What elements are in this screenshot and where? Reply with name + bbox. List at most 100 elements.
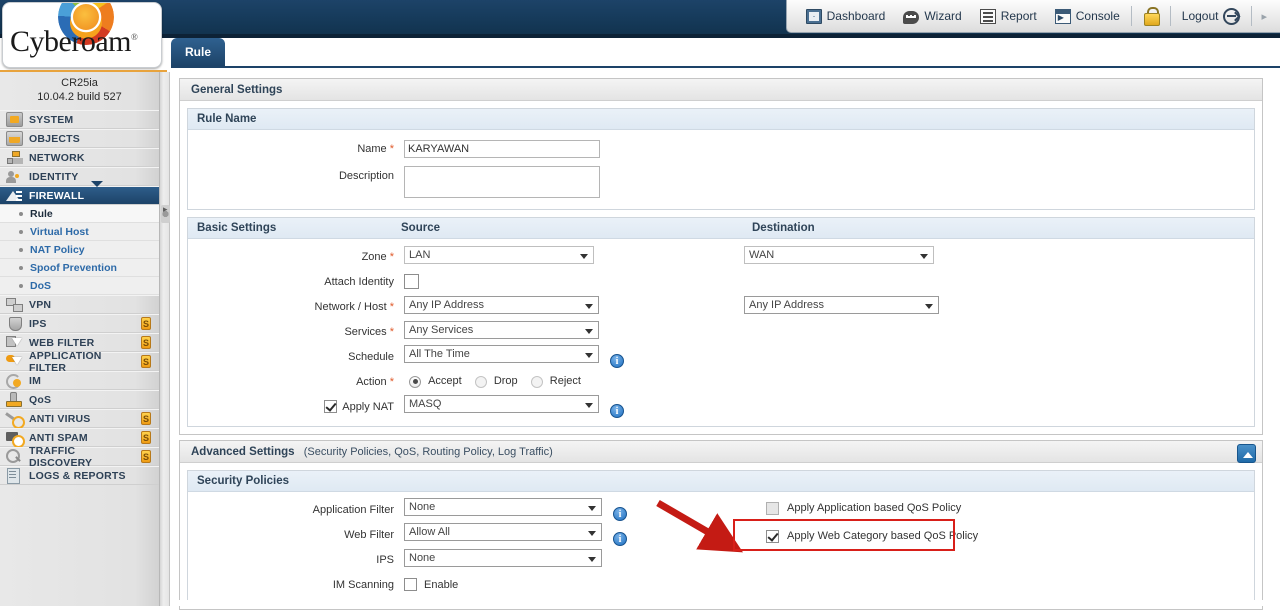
attach-identity-checkbox[interactable]	[404, 274, 419, 289]
column-destination-header: Destination	[752, 222, 815, 234]
sidebar-item-im[interactable]: IM	[0, 371, 159, 390]
sidebar-item-anti-virus[interactable]: ANTI VIRUS S	[0, 409, 159, 429]
sidebar-label-traffic-discovery: TRAFFIC DISCOVERY	[29, 444, 93, 469]
submenu-item-spoof-prevention[interactable]: Spoof Prevention	[0, 259, 159, 277]
zone-source-wrap: LAN	[404, 246, 744, 267]
subscription-badge: S	[141, 431, 151, 444]
tab-rule[interactable]: Rule	[171, 38, 226, 66]
nav-logout[interactable]: Logout	[1173, 0, 1250, 33]
submenu-item-nat-policy[interactable]: NAT Policy	[0, 241, 159, 259]
row-services: Services * Any Services	[188, 319, 1254, 344]
dashboard-icon	[805, 8, 822, 24]
apply-nat-info-icon[interactable]: i	[610, 403, 625, 418]
row-description: Description	[188, 166, 1254, 201]
nav-dashboard[interactable]: Dashboard	[797, 0, 895, 33]
top-navigation: Dashboard Wizard Report Console Logout ▸	[785, 0, 1280, 33]
sidebar-item-network[interactable]: NETWORK	[0, 148, 159, 167]
submenu-item-virtual-host[interactable]: Virtual Host	[0, 223, 159, 241]
apply-nat-label-wrap: Apply NAT	[188, 400, 404, 413]
row-zone: Zone * LAN WAN	[188, 244, 1254, 269]
sidebar-item-qos[interactable]: QoS	[0, 390, 159, 409]
im-scanning-label: IM Scanning	[332, 578, 394, 591]
application-filter-label: Application Filter	[312, 503, 394, 516]
nav-divider-1	[1130, 6, 1132, 26]
sidebar-item-ips[interactable]: IPS S	[0, 314, 159, 333]
basic-settings-label: Basic Settings	[197, 222, 277, 234]
ips-select[interactable]: None	[404, 549, 602, 567]
im-scanning-checkbox[interactable]	[404, 578, 417, 591]
brand-logo[interactable]: Cyberoam®	[2, 2, 162, 68]
sidebar: CR25ia 10.04.2 build 527 SYSTEM OBJECTS …	[0, 72, 160, 606]
advanced-collapse-button[interactable]	[1237, 444, 1256, 463]
sidebar-item-identity[interactable]: IDENTITY	[0, 167, 159, 186]
description-textarea[interactable]	[404, 166, 600, 198]
sidebar-item-application-filter[interactable]: APPLICATION FILTER S	[0, 350, 159, 374]
network-host-source-select[interactable]: Any IP Address	[404, 296, 599, 314]
nav-dashboard-label: Dashboard	[826, 9, 886, 23]
name-input[interactable]	[404, 139, 600, 158]
nav-report[interactable]: Report	[971, 0, 1046, 33]
nav-wizard-label: Wizard	[924, 9, 962, 23]
subscription-badge: S	[141, 412, 151, 425]
ips-wrap: None	[404, 549, 744, 570]
sidebar-item-vpn[interactable]: VPN	[0, 295, 159, 314]
system-icon	[6, 112, 23, 127]
apply-nat-label: Apply NAT	[342, 400, 394, 413]
web-filter-select[interactable]: Allow All	[404, 523, 602, 542]
apply-nat-checkbox[interactable]	[324, 400, 338, 413]
schedule-info-icon[interactable]: i	[610, 353, 625, 368]
qos-web-category-checkbox[interactable]	[766, 529, 779, 543]
submenu-pointer-icon	[91, 181, 103, 187]
sidebar-item-logs-reports[interactable]: LOGS & REPORTS	[0, 466, 159, 485]
main-menu: SYSTEM OBJECTS NETWORK IDENTITY FIREWALL	[0, 110, 159, 205]
zone-source-select[interactable]: LAN	[404, 246, 594, 264]
subscription-badge: S	[141, 336, 151, 349]
action-label-accept: Accept	[428, 375, 462, 388]
sidebar-collapse-grip-icon[interactable]	[161, 204, 170, 223]
row-application-filter: Application Filter None i	[188, 497, 1254, 522]
row-web-filter: Web Filter Allow All i	[188, 522, 1254, 547]
action-label-reject: Reject	[549, 375, 581, 388]
sidebar-label-vpn: VPN	[29, 298, 52, 311]
security-policies-group-title: Security Policies	[188, 471, 1254, 492]
action-radio-drop[interactable]	[474, 375, 487, 388]
web-filter-info-icon[interactable]: i	[613, 531, 628, 546]
sidebar-item-traffic-discovery[interactable]: TRAFFIC DISCOVERY S	[0, 444, 159, 469]
row-qos-application: Apply Application based QoS Policy	[748, 496, 1078, 520]
action-radio-accept[interactable]	[409, 375, 421, 388]
sidebar-item-objects[interactable]: OBJECTS	[0, 129, 159, 148]
sidebar-label-firewall: FIREWALL	[29, 189, 85, 202]
basic-settings-group: Basic Settings Source Destination Zone *…	[187, 217, 1255, 427]
nav-more-arrow-icon[interactable]: ▸	[1254, 10, 1274, 23]
identity-icon	[6, 169, 23, 184]
nav-lock[interactable]	[1134, 0, 1168, 33]
application-filter-info-icon[interactable]: i	[613, 506, 628, 521]
nav-wizard[interactable]: Wizard	[894, 0, 970, 33]
subscription-badge: S	[141, 355, 151, 368]
report-icon	[979, 8, 996, 24]
sidebar-resize-handle[interactable]	[160, 72, 170, 606]
nav-console[interactable]: Console	[1046, 0, 1129, 33]
network-icon	[6, 150, 23, 165]
apply-nat-select[interactable]: MASQ	[404, 395, 599, 414]
device-model: CR25ia	[61, 77, 98, 89]
ips-icon	[6, 316, 23, 331]
wizard-icon	[903, 10, 920, 24]
application-filter-select[interactable]: None	[404, 498, 602, 517]
network-host-label: Network / Host *	[314, 300, 394, 313]
qos-application-checkbox[interactable]	[766, 501, 779, 515]
schedule-select[interactable]: All The Time	[404, 345, 599, 364]
required-marker: *	[389, 325, 394, 338]
viewport-bottom-edge	[171, 600, 1280, 606]
services-select[interactable]: Any Services	[404, 321, 599, 339]
advanced-settings-label: Advanced Settings	[191, 446, 295, 458]
sidebar-item-system[interactable]: SYSTEM	[0, 110, 159, 129]
zone-destination-select[interactable]: WAN	[744, 246, 934, 264]
subscription-badge: S	[141, 317, 151, 330]
submenu-item-rule[interactable]: Rule	[0, 205, 159, 223]
sidebar-item-firewall[interactable]: FIREWALL	[0, 181, 159, 205]
action-radio-reject[interactable]	[530, 375, 543, 388]
network-host-destination-select[interactable]: Any IP Address	[744, 296, 939, 314]
required-marker: *	[389, 142, 394, 155]
submenu-item-dos[interactable]: DoS	[0, 277, 159, 295]
